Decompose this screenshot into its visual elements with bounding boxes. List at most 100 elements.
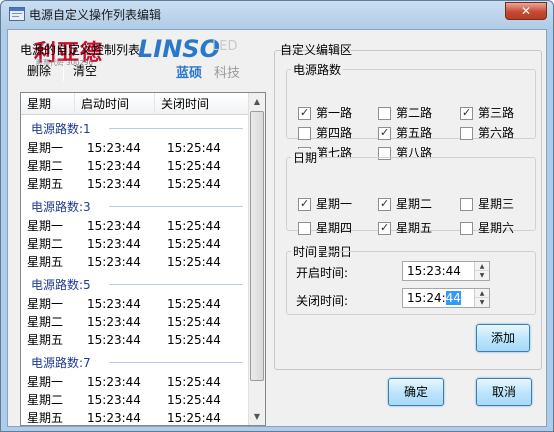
list-row[interactable]: 星期二 15:23:44 15:25:44 [21,235,249,253]
group-label: 电源路数:7 [31,356,91,370]
checkbox-label: 星期三 [478,197,515,211]
checkbox-label: 第二路 [396,106,433,120]
channels-title: 电源路数 [291,61,344,78]
row-start-time: 15:23:44 [87,411,141,425]
list-group-header[interactable]: 电源路数:1 [21,115,249,139]
checkbox-box[interactable]: ✓ [378,221,391,235]
checkbox-label: 第五路 [396,126,433,140]
group-label: 电源路数:5 [31,278,91,292]
spin-up-icon[interactable]: ▲ [475,289,489,298]
cancel-button[interactable]: 取消 [476,378,532,406]
list-row[interactable]: 星期二 15:23:44 15:25:44 [21,157,249,175]
spin-down-icon[interactable]: ▼ [475,271,489,280]
delete-button[interactable]: 删除 [22,60,56,84]
close-button[interactable]: ✕ [505,2,547,20]
end-time-spinner[interactable]: ▲ ▼ [474,289,489,307]
start-time-value: 15:23:44 [407,264,461,278]
checkbox-box[interactable] [298,127,311,140]
custom-edit-title: 自定义编辑区 [280,43,353,57]
list-row[interactable]: 星期一 15:23:44 15:25:44 [21,295,249,313]
scroll-thumb[interactable] [250,111,264,381]
row-end-time: 15:25:44 [167,411,221,425]
checkbox-box[interactable] [298,222,311,235]
list-row[interactable]: 星期五 15:23:44 15:25:44 [21,331,249,349]
clear-button[interactable]: 清空 [68,60,102,84]
row-end-time: 15:25:44 [167,219,221,233]
spin-up-icon[interactable]: ▲ [475,262,489,271]
title-bar[interactable]: 电源自定义操作列表编辑 ✕ [1,1,553,27]
scroll-down-icon[interactable]: ▼ [249,408,265,425]
row-start-time: 15:23:44 [87,393,141,407]
row-end-time: 15:25:44 [167,159,221,173]
checkmark-icon: ✓ [462,106,472,119]
row-start-time: 15:23:44 [87,333,141,347]
column-header-end-time[interactable]: 关闭时间 [155,93,249,115]
list-body: 电源路数:1 星期一 15:23:44 15:25:44 星期二 15:23:44 15:2… [21,115,249,425]
checkbox-box[interactable]: ✓ [460,106,473,120]
column-header-weekday[interactable]: 星期 [21,93,75,115]
checkbox-label: 星期六 [478,221,515,235]
row-start-time: 15:23:44 [87,315,141,329]
app-window-icon [9,7,25,21]
list-row[interactable]: 星期二 15:23:44 15:25:44 [21,313,249,331]
checkbox-box[interactable]: ✓ [378,197,391,211]
checkbox-label: 第六路 [478,126,515,140]
group-label: 电源路数:3 [31,200,91,214]
checkbox-label: 星期一 [316,197,353,211]
checkbox-box[interactable] [460,222,473,235]
checkmark-icon: ✓ [300,106,310,119]
list-toolbar: 删除 清空 [20,60,114,84]
spin-down-icon[interactable]: ▼ [475,298,489,307]
list-scrollbar[interactable]: ▲ ▼ [248,93,265,425]
checkbox-box[interactable] [378,107,391,120]
row-weekday: 星期二 [27,237,64,251]
start-time-input[interactable]: 15:23:44 ▲ ▼ [402,261,490,281]
list-row[interactable]: 星期二 15:23:44 15:25:44 [21,391,249,409]
end-time-value: 15:24: [407,291,446,305]
row-weekday: 星期一 [27,219,64,233]
list-group-header[interactable]: 电源路数:7 [21,349,249,373]
checkmark-icon: ✓ [380,126,390,139]
list-row[interactable]: 星期五 15:23:44 15:25:44 [21,253,249,271]
schedule-list[interactable]: 星期 启动时间 关闭时间 电源路数:1 星期一 15:23:44 15:25:44 星期… [20,92,266,426]
window-title: 电源自定义操作列表编辑 [29,8,162,22]
row-start-time: 15:23:44 [87,255,141,269]
list-row[interactable]: 星期一 15:23:44 15:25:44 [21,217,249,235]
watermark-led: LED [212,39,238,54]
list-row[interactable]: 星期五 15:23:44 15:25:44 [21,175,249,193]
checkbox-box[interactable]: ✓ [298,106,311,120]
row-end-time: 15:25:44 [167,255,221,269]
start-time-spinner[interactable]: ▲ ▼ [474,262,489,280]
row-weekday: 星期五 [27,177,64,191]
checkbox-box[interactable] [460,127,473,140]
checkbox-label: 第三路 [478,106,515,120]
list-row[interactable]: 星期一 15:23:44 15:25:44 [21,373,249,391]
end-time-input[interactable]: 15:24:44 ▲ ▼ [402,288,490,308]
list-group-header[interactable]: 电源路数:3 [21,193,249,217]
list-row[interactable]: 星期五 15:23:44 15:25:44 [21,409,249,425]
row-start-time: 15:23:44 [87,237,141,251]
row-end-time: 15:25:44 [167,333,221,347]
scroll-up-icon[interactable]: ▲ [249,93,265,110]
dialog-body: 利亚德 LINSO LED 蓝硕 科技 股票代码 300296 电源的自定义控制… [7,29,547,427]
list-group-header[interactable]: 电源路数:5 [21,271,249,295]
checkbox-box[interactable]: ✓ [378,126,391,140]
row-end-time: 15:25:44 [167,141,221,155]
row-weekday: 星期五 [27,411,64,425]
checkbox-box[interactable]: ✓ [298,197,311,211]
checkbox-label: 星期二 [396,197,433,211]
ok-button[interactable]: 确定 [388,378,444,406]
group-divider [109,128,243,129]
watermark-en: LINSO [138,35,220,63]
row-end-time: 15:25:44 [167,375,221,389]
row-weekday: 星期一 [27,297,64,311]
list-row[interactable]: 星期一 15:23:44 15:25:44 [21,139,249,157]
checkmark-icon: ✓ [380,197,390,210]
row-weekday: 星期五 [27,333,64,347]
group-label: 电源路数:1 [31,122,91,136]
column-header-start-time[interactable]: 启动时间 [75,93,155,115]
checkbox-box[interactable] [460,198,473,211]
add-button[interactable]: 添加 [476,324,530,352]
row-end-time: 15:25:44 [167,297,221,311]
checkbox-label: 第一路 [316,106,353,120]
